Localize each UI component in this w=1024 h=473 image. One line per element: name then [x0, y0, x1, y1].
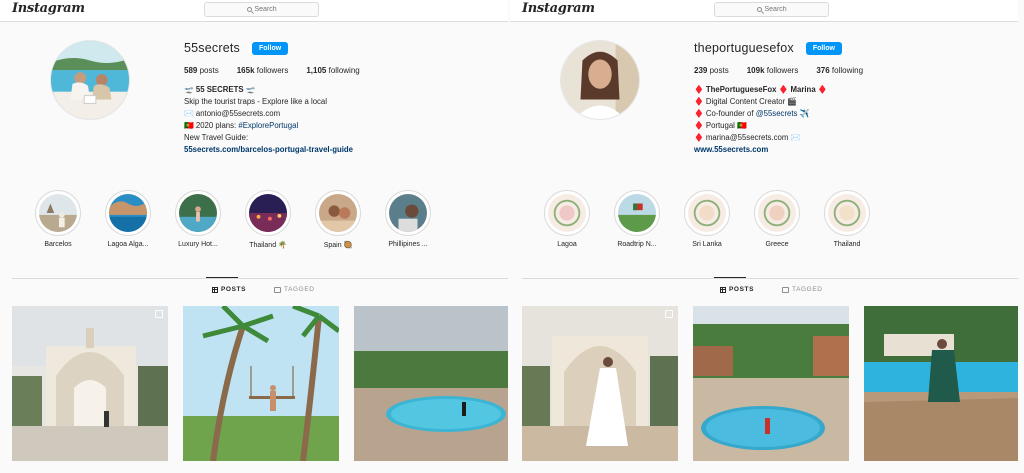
highlight-item[interactable]: Luxury Hot...	[168, 190, 228, 248]
username: theportuguesefox	[694, 41, 794, 55]
followers-count[interactable]: 109k followers	[747, 66, 799, 75]
highlight-label: Lagoa Alga...	[107, 241, 149, 248]
highlight-label: Roadtrip N...	[617, 241, 657, 248]
avatar[interactable]	[560, 40, 640, 120]
section-divider	[12, 278, 508, 279]
search-input[interactable]	[764, 6, 787, 13]
bio: 🛫 55 SECRETS 🛫 Skip the tourist traps - …	[184, 84, 494, 157]
tag-icon	[782, 286, 789, 293]
profile-panel-55secrets: Instagram 55secrets Follow 589 posts 165…	[0, 0, 508, 473]
highlight-label: Thailand	[833, 241, 861, 248]
following-count[interactable]: 1,105 following	[306, 66, 359, 75]
search-box[interactable]	[204, 2, 319, 17]
highlight-item[interactable]: Thailand	[817, 190, 877, 248]
post-thumbnail[interactable]	[183, 306, 339, 461]
search-icon	[756, 7, 762, 12]
bio-line: Skip the tourist traps - Explore like a …	[184, 97, 328, 107]
profile-panel-theportuguesefox: Instagram theportuguesefox Follow 239 po…	[510, 0, 1018, 473]
bio: ♦️ ThePortugueseFox ♦️ Marina ♦️ ♦️ Digi…	[694, 84, 1004, 157]
highlight-label: Luxury Hot...	[178, 241, 218, 248]
highlight-item[interactable]: Lagoa	[537, 190, 597, 248]
profile-tabs: POSTS TAGGED	[0, 277, 508, 300]
profile-info: 55secrets Follow 589 posts 165k follower…	[184, 40, 494, 157]
search-box[interactable]	[714, 2, 829, 17]
bio-line: 🇵🇹 2020 plans: #ExplorePortugal	[184, 121, 299, 131]
hashtag-link[interactable]: #ExplorePortugal	[238, 121, 298, 130]
bio-website-link[interactable]: www.55secrets.com	[694, 144, 1004, 156]
posts-count: 239 posts	[694, 66, 729, 75]
search-input[interactable]	[254, 6, 277, 13]
story-highlights: Lagoa Roadtrip N... Sri Lanka Greece Tha…	[510, 190, 1018, 256]
grid-icon	[212, 286, 218, 293]
post-thumbnail[interactable]	[12, 306, 168, 461]
follow-button[interactable]: Follow	[252, 41, 289, 55]
top-navbar: Instagram	[510, 0, 1018, 22]
multiple-posts-icon	[155, 310, 163, 318]
highlight-label: Lagoa	[557, 241, 577, 248]
follow-button[interactable]: Follow	[805, 41, 842, 55]
posts-grid	[522, 306, 1018, 473]
highlight-item[interactable]: Greece	[747, 190, 807, 248]
tab-tagged[interactable]: TAGGED	[782, 286, 823, 293]
multiple-posts-icon	[665, 310, 673, 318]
following-count[interactable]: 376 following	[816, 66, 863, 75]
bio-line: ♦️ Digital Content Creator 🎬	[694, 97, 798, 107]
post-thumbnail[interactable]	[354, 306, 508, 461]
tab-tagged[interactable]: TAGGED	[274, 286, 315, 293]
highlight-label: Phillipines ...	[388, 241, 428, 248]
profile-stats: 589 posts 165k followers 1,105 following	[184, 66, 494, 75]
highlight-item[interactable]: Barcelos	[28, 190, 88, 248]
post-thumbnail[interactable]	[522, 306, 678, 461]
highlight-item[interactable]: Spain 🥘	[308, 190, 368, 249]
grid-icon	[720, 286, 726, 293]
highlight-label: Thailand 🌴	[249, 242, 287, 249]
highlight-item[interactable]: Sri Lanka	[677, 190, 737, 248]
highlight-label: Sri Lanka	[692, 241, 722, 248]
tab-posts[interactable]: POSTS	[205, 277, 246, 293]
highlight-item[interactable]: Roadtrip N...	[607, 190, 667, 248]
section-divider	[522, 278, 1018, 279]
username: 55secrets	[184, 41, 240, 55]
highlight-item[interactable]: Thailand 🌴	[238, 190, 298, 249]
highlight-label: Spain 🥘	[323, 242, 353, 249]
profile-tabs: POSTS TAGGED	[510, 277, 1018, 300]
bio-email: ✉️ antonio@55secrets.com	[184, 109, 281, 119]
highlight-label: Greece	[765, 241, 789, 248]
posts-grid	[12, 306, 508, 473]
highlight-item[interactable]: Lagoa Alga...	[98, 190, 158, 248]
profile-stats: 239 posts 109k followers 376 following	[694, 66, 1004, 75]
posts-count: 589 posts	[184, 66, 219, 75]
post-thumbnail[interactable]	[864, 306, 1018, 461]
profile-info: theportuguesefox Follow 239 posts 109k f…	[694, 40, 1004, 157]
instagram-logo[interactable]: Instagram	[12, 1, 85, 16]
tab-posts[interactable]: POSTS	[713, 277, 754, 293]
bio-title: 🛫 55 SECRETS 🛫	[184, 85, 256, 94]
bio-email: ♦️ marina@55secrets.com ✉️	[694, 133, 801, 143]
bio-title: ♦️ ThePortugueseFox ♦️ Marina ♦️	[694, 85, 828, 94]
tag-icon	[274, 286, 281, 293]
bio-line: New Travel Guide:	[184, 133, 249, 143]
avatar[interactable]	[50, 40, 130, 120]
followers-count[interactable]: 165k followers	[237, 66, 289, 75]
story-highlights: Barcelos Lagoa Alga... Luxury Hot... Tha…	[0, 190, 508, 256]
instagram-logo[interactable]: Instagram	[522, 1, 595, 16]
bio-website-link[interactable]: 55secrets.com/barcelos-portugal-travel-g…	[184, 144, 494, 156]
bio-line: ♦️ Co-founder of @55secrets ✈️	[694, 109, 810, 119]
top-navbar: Instagram	[0, 0, 508, 22]
highlight-item[interactable]: Phillipines ...	[378, 190, 438, 248]
bio-line: ♦️ Portugal 🇵🇹	[694, 121, 747, 131]
post-thumbnail[interactable]	[693, 306, 849, 461]
mention-link[interactable]: @55secrets	[756, 109, 798, 118]
search-icon	[246, 7, 252, 12]
highlight-label: Barcelos	[44, 241, 72, 248]
